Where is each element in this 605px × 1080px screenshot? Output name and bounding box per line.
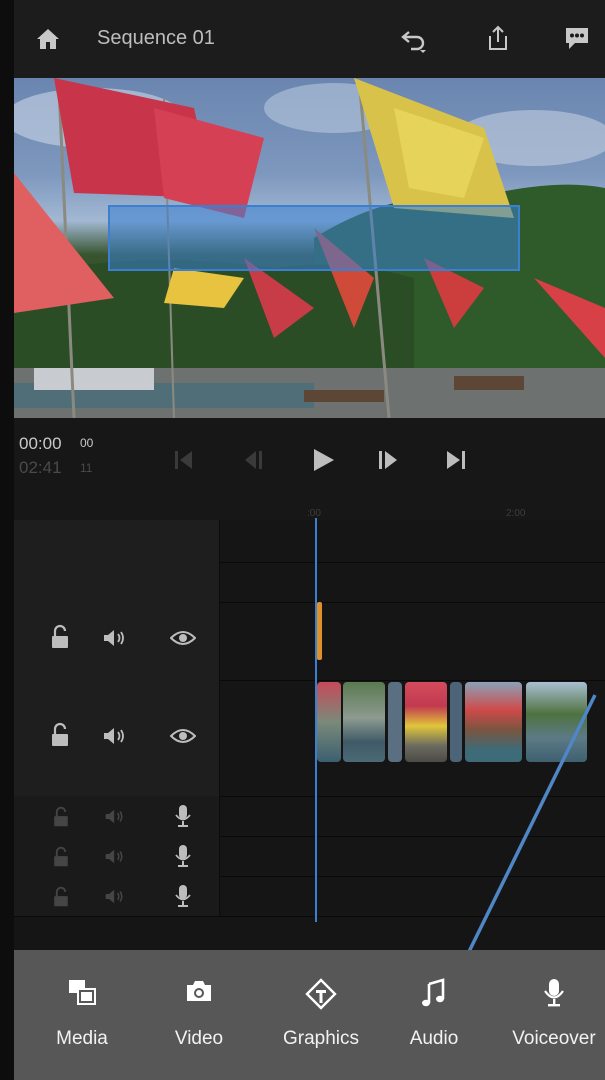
audio-label: Audio	[409, 1028, 459, 1049]
speaker-icon[interactable]	[102, 726, 128, 746]
undo-icon[interactable]	[400, 26, 428, 54]
media-label: Media	[56, 1028, 108, 1049]
home-icon[interactable]	[36, 28, 60, 50]
video-frame-image	[14, 78, 605, 418]
track-row[interactable]	[14, 562, 605, 603]
skip-to-end-icon[interactable]	[444, 448, 468, 472]
clip-thumbnail[interactable]	[317, 682, 341, 762]
current-time: 00:00	[19, 434, 62, 453]
video-track-2[interactable]	[14, 602, 605, 681]
media-button[interactable]: Media	[32, 950, 132, 1080]
top-bar: Sequence 01	[14, 0, 605, 78]
track-header	[14, 602, 220, 680]
step-back-icon[interactable]	[242, 448, 266, 472]
speaker-icon[interactable]	[104, 808, 126, 825]
speaker-icon[interactable]	[104, 888, 126, 905]
comment-icon[interactable]	[563, 25, 591, 51]
track-row[interactable]	[14, 520, 605, 563]
unlock-icon[interactable]	[50, 624, 70, 650]
eye-icon[interactable]	[170, 726, 196, 746]
speaker-icon[interactable]	[102, 628, 128, 648]
microphone-icon[interactable]	[174, 804, 192, 828]
graphics-label: Graphics	[282, 1028, 360, 1049]
unlock-icon[interactable]	[52, 806, 70, 828]
audio-button[interactable]: Audio	[394, 950, 474, 1080]
speaker-icon[interactable]	[104, 848, 126, 865]
eye-icon[interactable]	[170, 628, 196, 648]
video-label: Video	[174, 1028, 224, 1049]
share-icon[interactable]	[484, 24, 512, 52]
microphone-icon	[544, 979, 564, 1007]
clip-marker[interactable]	[317, 602, 322, 660]
bottom-toolbar: Media Video Graphics Audio Voiceover	[14, 950, 605, 1080]
annotation-arrow	[450, 694, 597, 982]
unlock-icon[interactable]	[52, 846, 70, 868]
media-icon	[69, 980, 96, 1005]
graphics-icon	[305, 978, 337, 1010]
track-header	[14, 876, 220, 916]
track-header	[14, 796, 220, 836]
clip-thumbnail[interactable]	[388, 682, 402, 762]
microphone-icon[interactable]	[174, 844, 192, 868]
ruler-mark-start: :00	[307, 508, 321, 519]
microphone-icon[interactable]	[174, 884, 192, 908]
video-preview[interactable]	[14, 78, 605, 418]
track-header	[14, 836, 220, 876]
track-header	[14, 562, 220, 602]
voiceover-label: Voiceover	[512, 1028, 596, 1049]
voiceover-button[interactable]: Voiceover	[504, 950, 604, 1080]
unlock-icon[interactable]	[52, 886, 70, 908]
play-icon[interactable]	[309, 446, 337, 474]
track-header	[14, 520, 220, 562]
graphics-button[interactable]: Graphics	[266, 950, 376, 1080]
video-button[interactable]: Video	[149, 950, 249, 1080]
camera-icon	[187, 981, 211, 1001]
step-forward-icon[interactable]	[376, 448, 400, 472]
music-note-icon	[422, 978, 445, 1007]
duration-frames: 11	[80, 461, 93, 475]
track-header	[14, 680, 220, 796]
clip-thumbnail[interactable]	[343, 682, 385, 762]
current-frames: 00	[80, 436, 94, 450]
skip-to-start-icon[interactable]	[172, 448, 196, 472]
playhead[interactable]	[315, 518, 317, 922]
transport-bar: 00:00 00 02:41 11	[14, 418, 605, 520]
duration-time: 02:41	[19, 458, 62, 477]
unlock-icon[interactable]	[50, 722, 70, 748]
ruler-mark-2min: 2:00	[506, 508, 526, 519]
sequence-title[interactable]: Sequence 01	[97, 27, 215, 50]
